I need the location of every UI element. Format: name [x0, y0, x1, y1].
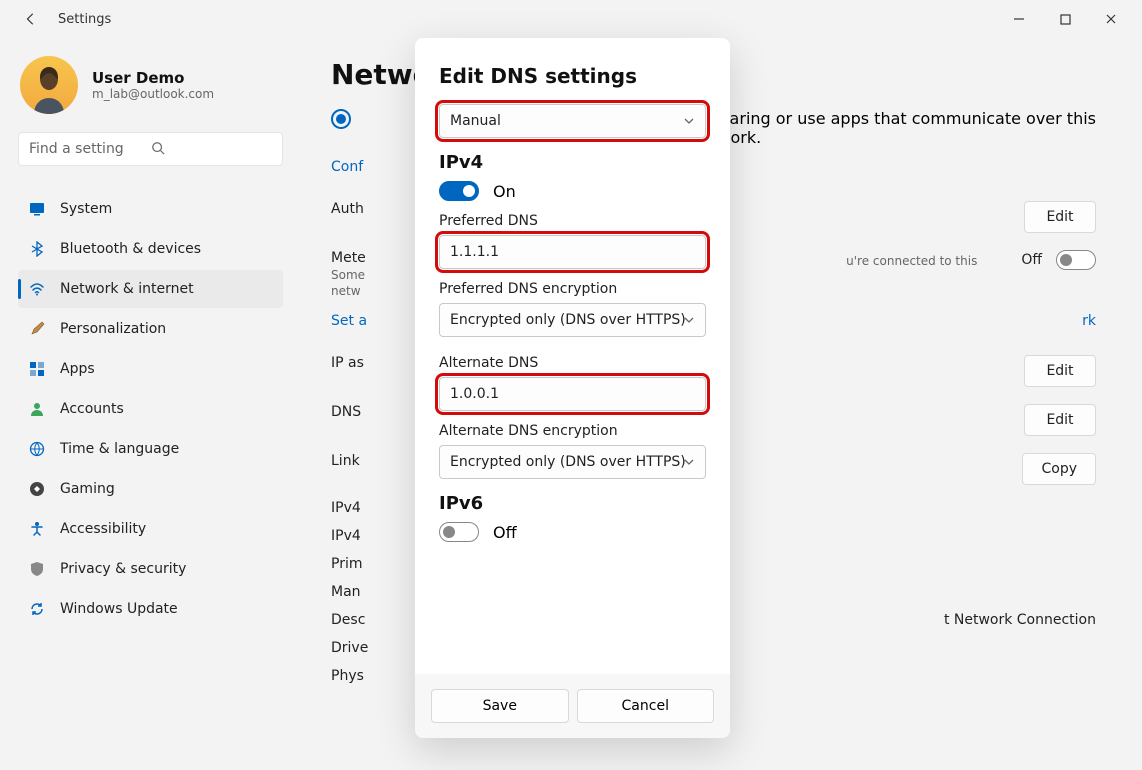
sidebar-item-label: System	[60, 201, 112, 217]
ipv4-toggle[interactable]	[439, 181, 479, 201]
minimize-icon[interactable]	[996, 3, 1042, 35]
sidebar-item-label: Accessibility	[60, 521, 146, 537]
preferred-enc-select[interactable]: Encrypted only (DNS over HTTPS)	[439, 303, 706, 337]
update-icon	[28, 600, 46, 618]
bluetooth-icon	[28, 240, 46, 258]
app-title: Settings	[58, 12, 996, 27]
preferred-dns-input[interactable]: 1.1.1.1	[439, 235, 706, 269]
search-placeholder: Find a setting	[29, 141, 151, 157]
globe-icon	[28, 440, 46, 458]
sidebar-item-label: Personalization	[60, 321, 166, 337]
alternate-enc-select[interactable]: Encrypted only (DNS over HTTPS)	[439, 445, 706, 479]
sidebar-item-label: Privacy & security	[60, 561, 186, 577]
sidebar-item-accessibility[interactable]: Accessibility	[18, 510, 283, 548]
preferred-dns-label: Preferred DNS	[439, 213, 706, 229]
alternate-dns-input[interactable]: 1.0.0.1	[439, 377, 706, 411]
sidebar-item-gaming[interactable]: Gaming	[18, 470, 283, 508]
cancel-button[interactable]: Cancel	[577, 689, 715, 723]
sidebar-item-label: Apps	[60, 361, 95, 377]
alternate-enc-value: Encrypted only (DNS over HTTPS)	[450, 454, 686, 470]
dns-mode-value: Manual	[450, 113, 501, 129]
sidebar-item-bluetooth[interactable]: Bluetooth & devices	[18, 230, 283, 268]
metered-label: Mete	[331, 250, 366, 266]
sidebar-item-privacy[interactable]: Privacy & security	[18, 550, 283, 588]
shield-icon	[28, 560, 46, 578]
edit-dns-dialog: Edit DNS settings Manual IPv4 On Preferr…	[415, 38, 730, 738]
preferred-enc-value: Encrypted only (DNS over HTTPS)	[450, 312, 686, 328]
ip-assignment-label: IP as	[331, 355, 364, 371]
user-email: m_lab@outlook.com	[92, 87, 214, 101]
sidebar-item-update[interactable]: Windows Update	[18, 590, 283, 628]
metered-sub-right: u're connected to this	[846, 254, 977, 268]
auth-edit-button[interactable]: Edit	[1024, 201, 1096, 233]
ip-edit-button[interactable]: Edit	[1024, 355, 1096, 387]
ipv6-heading: IPv6	[439, 493, 706, 514]
chevron-down-icon	[683, 456, 695, 468]
set-data-limit-right: rk	[1082, 313, 1096, 329]
dns-assignment-label: DNS	[331, 404, 361, 420]
metered-sub2: netw	[331, 284, 366, 298]
auth-label: Auth	[331, 201, 364, 217]
sidebar-item-time[interactable]: Time & language	[18, 430, 283, 468]
sidebar-item-label: Time & language	[60, 441, 179, 457]
sidebar-item-apps[interactable]: Apps	[18, 350, 283, 388]
close-icon[interactable]	[1088, 3, 1134, 35]
sidebar-item-label: Windows Update	[60, 601, 178, 617]
save-button[interactable]: Save	[431, 689, 569, 723]
sidebar-item-label: Gaming	[60, 481, 115, 497]
metered-value: Off	[1021, 252, 1042, 268]
description-value-partial: t Network Connection	[944, 612, 1096, 628]
metered-toggle[interactable]	[1056, 250, 1096, 270]
chevron-down-icon	[683, 314, 695, 326]
alternate-dns-label: Alternate DNS	[439, 355, 706, 371]
avatar[interactable]	[20, 56, 78, 114]
dns-mode-select[interactable]: Manual	[439, 104, 706, 138]
sidebar-item-personalization[interactable]: Personalization	[18, 310, 283, 348]
preferred-dns-value: 1.1.1.1	[450, 244, 499, 260]
network-profile-radio[interactable]	[331, 109, 351, 129]
dialog-title: Edit DNS settings	[439, 64, 706, 88]
sidebar-item-label: Accounts	[60, 401, 124, 417]
accessibility-icon	[28, 520, 46, 538]
linklocal-label: Link	[331, 453, 360, 469]
system-icon	[28, 200, 46, 218]
ipv4-heading: IPv4	[439, 152, 706, 173]
dns-edit-button[interactable]: Edit	[1024, 404, 1096, 436]
ipv4-toggle-label: On	[493, 182, 516, 201]
maximize-icon[interactable]	[1042, 3, 1088, 35]
back-icon[interactable]	[20, 8, 42, 30]
search-icon	[151, 141, 273, 157]
preferred-enc-label: Preferred DNS encryption	[439, 281, 706, 297]
ipv6-toggle[interactable]	[439, 522, 479, 542]
person-icon	[28, 400, 46, 418]
chevron-down-icon	[683, 115, 695, 127]
sidebar-item-network[interactable]: Network & internet	[18, 270, 283, 308]
sidebar-item-label: Network & internet	[60, 281, 194, 297]
sidebar-item-system[interactable]: System	[18, 190, 283, 228]
wifi-icon	[28, 280, 46, 298]
description-label: Desc	[331, 612, 365, 628]
apps-icon	[28, 360, 46, 378]
brush-icon	[28, 320, 46, 338]
sidebar-item-accounts[interactable]: Accounts	[18, 390, 283, 428]
alternate-enc-label: Alternate DNS encryption	[439, 423, 706, 439]
metered-sub1: Some	[331, 268, 366, 282]
ipv6-toggle-label: Off	[493, 523, 517, 542]
user-name: User Demo	[92, 69, 214, 87]
copy-button[interactable]: Copy	[1022, 453, 1096, 485]
search-input[interactable]: Find a setting	[18, 132, 283, 166]
sidebar-item-label: Bluetooth & devices	[60, 241, 201, 257]
alternate-dns-value: 1.0.0.1	[450, 386, 499, 402]
gaming-icon	[28, 480, 46, 498]
set-data-limit-link[interactable]: Set a	[331, 313, 367, 329]
